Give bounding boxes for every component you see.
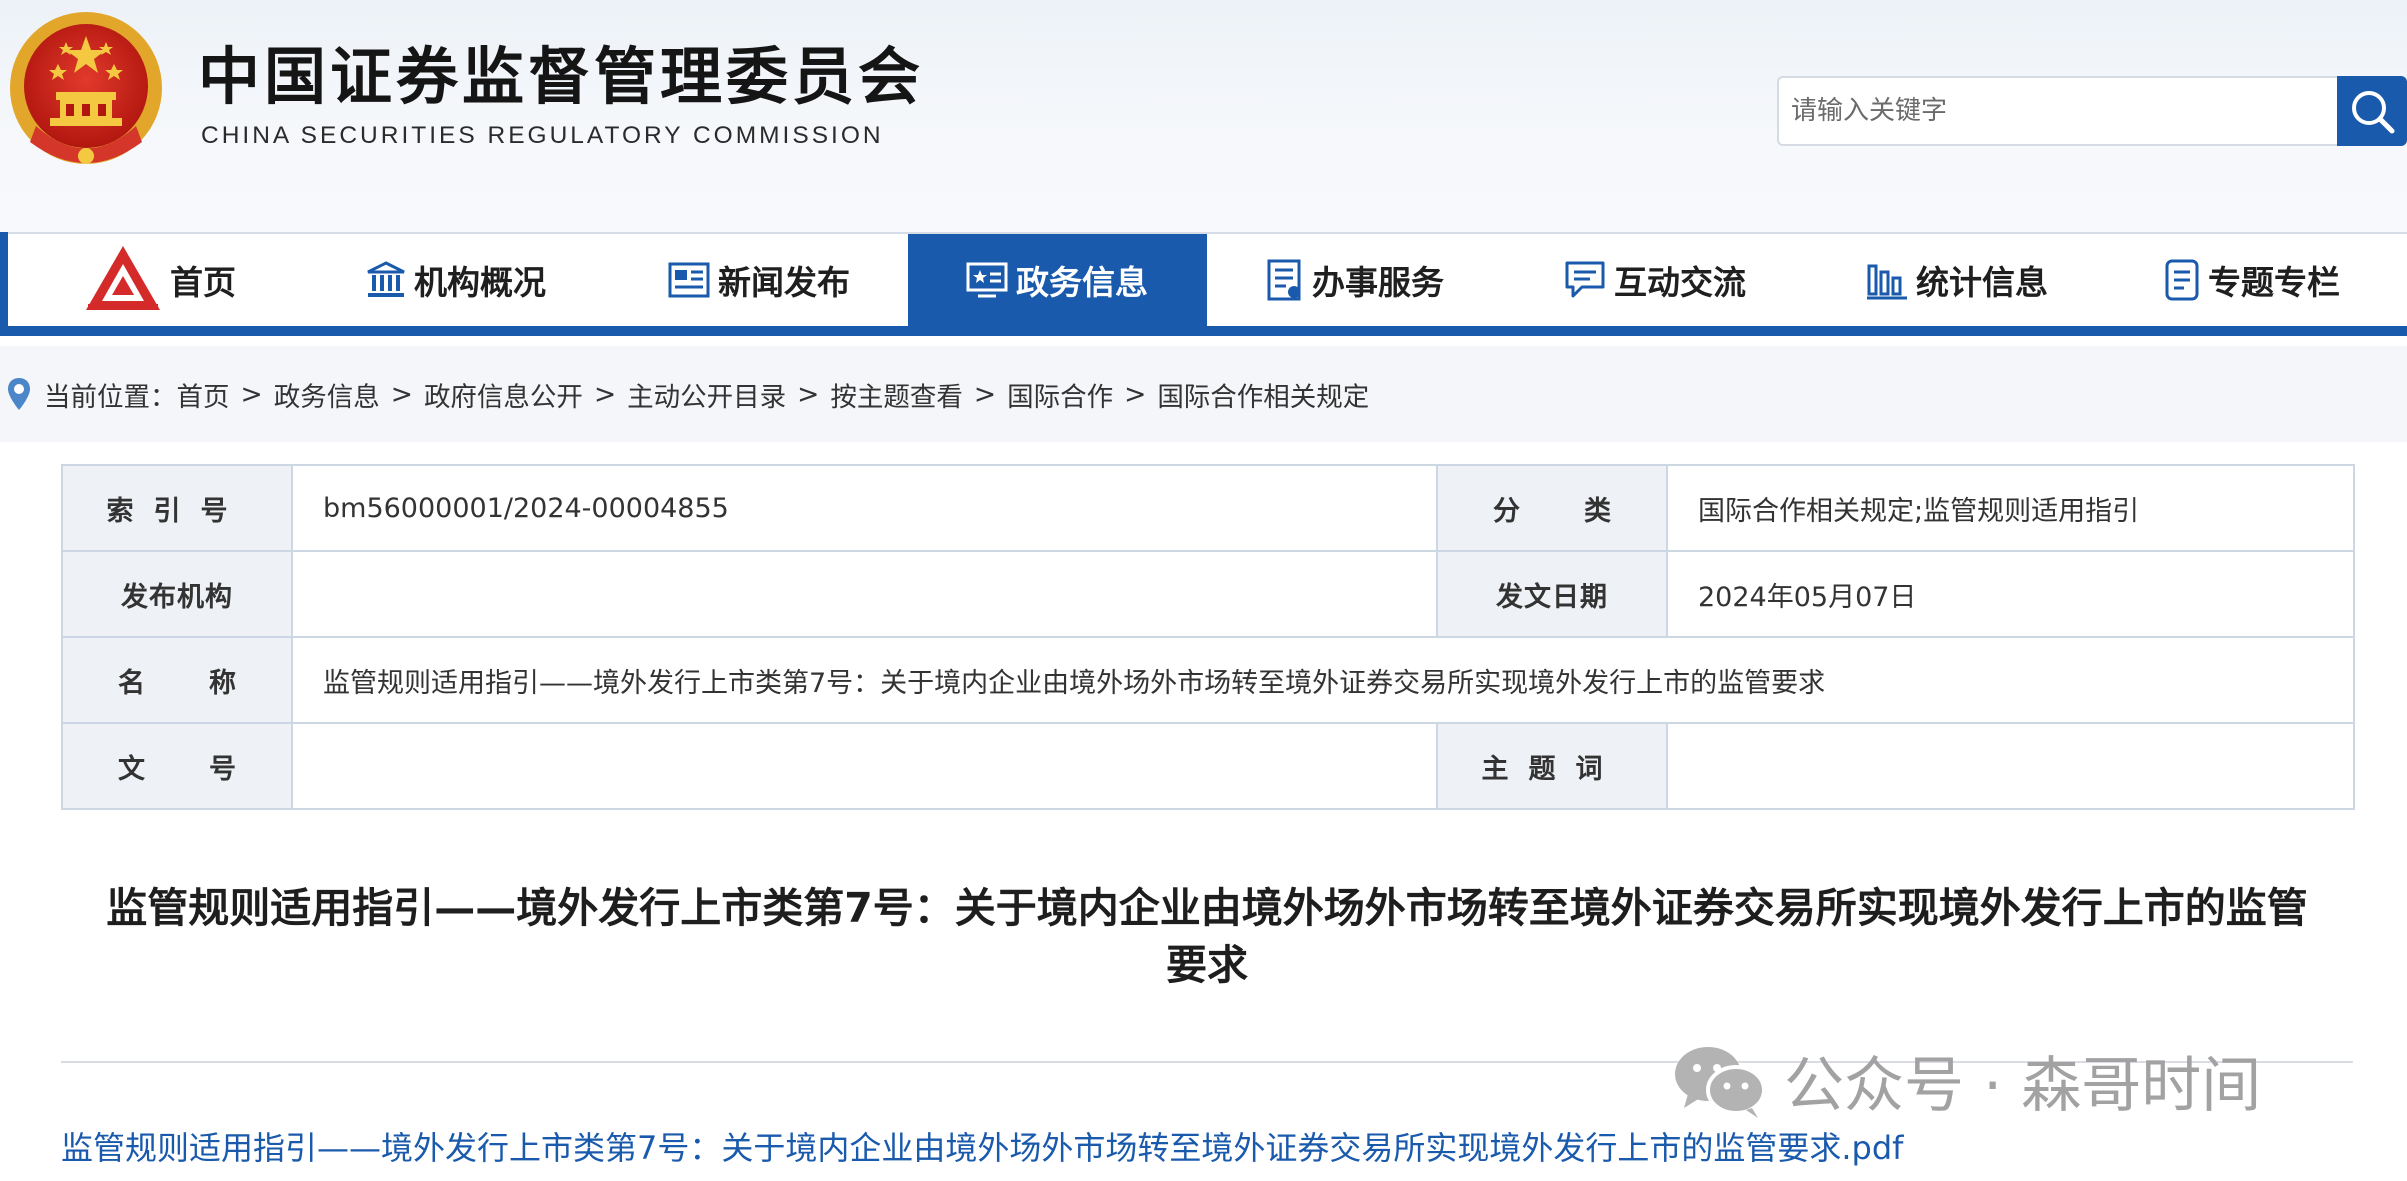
breadcrumb-separator: > (973, 378, 997, 410)
breadcrumb-separator: > (593, 378, 617, 410)
nav-item-about[interactable]: 机构概况 (366, 234, 546, 326)
note-icon (2164, 259, 2200, 301)
table-row: 文号 主题词 (61, 722, 2355, 810)
keywords-label: 主题词 (1436, 722, 1668, 810)
nav-item-news[interactable]: 新闻发布 (668, 234, 850, 326)
breadcrumb-intl-cooperation[interactable]: 国际合作 (1007, 375, 1113, 414)
nav-label: 首页 (170, 263, 236, 302)
breadcrumb-prefix: 当前位置： (44, 381, 177, 413)
article-title-line1: 监管规则适用指引——境外发行上市类第7号：关于境内企业由境外场外市场转至境外证券… (106, 884, 2308, 932)
national-emblem-icon (10, 12, 162, 164)
index-value: bm56000001/2024-00004855 (291, 464, 1438, 552)
breadcrumb-by-topic[interactable]: 按主题查看 (830, 375, 963, 414)
wechat-icon (1672, 1042, 1768, 1118)
main-nav: 首页 机构概况 新闻发布 政务信息 办事服务 互动交流 统计信息 专题专栏 (0, 232, 2407, 336)
site-title-cn: 中国证券监督管理委员会 (198, 40, 925, 113)
date-label: 发文日期 (1436, 550, 1668, 638)
index-label: 索引号 (61, 464, 293, 552)
nav-item-gov-info[interactable]: 政务信息 (908, 234, 1207, 326)
nav-item-services[interactable]: 办事服务 (1266, 234, 1444, 326)
nav-label: 新闻发布 (718, 263, 850, 302)
breadcrumb-home[interactable]: 首页 (177, 375, 230, 414)
category-label: 分类 (1436, 464, 1668, 552)
nav-label: 办事服务 (1312, 263, 1444, 302)
article-title: 监管规则适用指引——境外发行上市类第7号：关于境内企业由境外场外市场转至境外证券… (72, 880, 2342, 994)
document-list-icon (1266, 259, 1304, 301)
bar-chart-icon (1866, 260, 1908, 300)
breadcrumb-separator: > (390, 378, 413, 410)
publisher-label: 发布机构 (61, 550, 293, 638)
keywords-value (1666, 722, 2355, 810)
breadcrumb-separator: > (1124, 378, 1147, 410)
search-button[interactable] (2337, 76, 2407, 146)
breadcrumb-active-catalog[interactable]: 主动公开目录 (627, 375, 786, 414)
nav-label: 机构概况 (414, 263, 546, 302)
breadcrumb: 当前位置： 首页 > 政务信息 > 政府信息公开 > 主动公开目录 > 按主题查… (0, 346, 2407, 442)
table-row: 名称 监管规则适用指引——境外发行上市类第7号：关于境内企业由境外场外市场转至境… (61, 636, 2355, 724)
article-title-line2: 要求 (1166, 941, 1248, 989)
docno-label: 文号 (61, 722, 293, 810)
site-title-en: CHINA SECURITIES REGULATORY COMMISSION (201, 122, 884, 149)
site-header: 中国证券监督管理委员会 CHINA SECURITIES REGULATORY … (0, 0, 2407, 232)
building-icon (366, 260, 406, 300)
nav-label: 政务信息 (1016, 263, 1148, 302)
nav-item-interaction[interactable]: 互动交流 (1564, 234, 1746, 326)
nav-label: 专题专栏 (2208, 263, 2340, 302)
name-label: 名称 (61, 636, 293, 724)
screen-star-icon (966, 261, 1008, 299)
docno-value (291, 722, 1438, 810)
nav-item-statistics[interactable]: 统计信息 (1866, 234, 2048, 326)
newspaper-icon (668, 261, 710, 299)
breadcrumb-gov-info[interactable]: 政务信息 (274, 375, 380, 414)
breadcrumb-separator: > (797, 378, 820, 410)
search-input[interactable] (1777, 76, 2339, 146)
nav-label: 互动交流 (1614, 263, 1746, 302)
watermark-text: 公众号 · 森哥时间 (1784, 1050, 2262, 1121)
publisher-value (291, 550, 1438, 638)
chat-icon (1564, 260, 1606, 300)
name-value: 监管规则适用指引——境外发行上市类第7号：关于境内企业由境外场外市场转至境外证券… (291, 636, 2355, 724)
location-pin-icon (6, 377, 32, 411)
document-metadata-table: 索引号 bm56000001/2024-00004855 分类 国际合作相关规定… (61, 464, 2355, 810)
category-value: 国际合作相关规定;监管规则适用指引 (1666, 464, 2355, 552)
csrc-logo-icon (84, 244, 162, 316)
watermark: 公众号 · 森哥时间 (1672, 1040, 2261, 1121)
attachment-pdf-link[interactable]: 监管规则适用指引——境外发行上市类第7号：关于境内企业由境外场外市场转至境外证券… (61, 1123, 1903, 1169)
nav-label: 统计信息 (1916, 263, 2048, 302)
search-icon (2352, 91, 2395, 134)
table-row: 发布机构 发文日期 2024年05月07日 (61, 550, 2355, 638)
nav-item-topics[interactable]: 专题专栏 (2164, 234, 2340, 326)
breadcrumb-separator: > (240, 378, 263, 410)
breadcrumb-gov-disclosure[interactable]: 政府信息公开 (424, 375, 583, 414)
nav-left-accent (0, 232, 8, 336)
table-row: 索引号 bm56000001/2024-00004855 分类 国际合作相关规定… (61, 464, 2355, 552)
date-value: 2024年05月07日 (1666, 550, 2355, 638)
breadcrumb-intl-regulations[interactable]: 国际合作相关规定 (1157, 375, 1369, 414)
nav-item-home[interactable]: 首页 (84, 234, 236, 326)
